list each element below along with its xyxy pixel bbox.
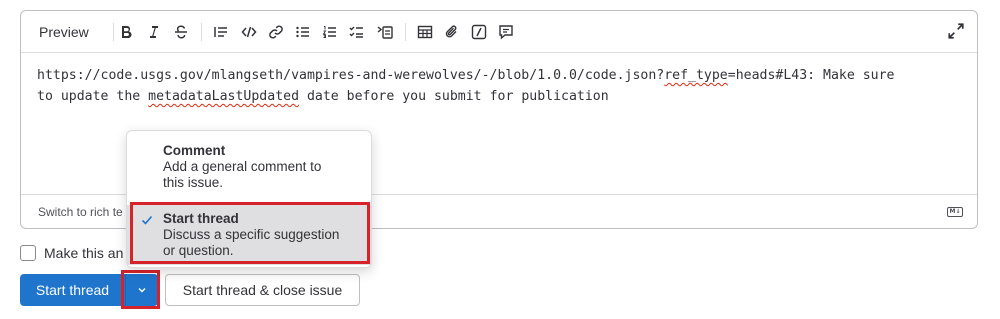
bulleted-list-icon[interactable] [291, 20, 315, 44]
code-icon[interactable] [237, 20, 261, 44]
strikethrough-icon[interactable] [169, 20, 193, 44]
confidential-label: Make this an [44, 245, 124, 261]
switch-to-rich-text-link[interactable]: Switch to rich te [38, 205, 123, 219]
fullscreen-icon[interactable] [947, 22, 965, 40]
quote-icon[interactable] [209, 20, 233, 44]
confidential-checkbox[interactable] [20, 245, 36, 261]
italic-icon[interactable] [141, 20, 165, 44]
dropdown-item-description: this issue. [163, 175, 224, 190]
task-list-icon[interactable] [345, 20, 369, 44]
comment-template-icon[interactable] [494, 20, 518, 44]
confidential-option: Make this an [20, 245, 123, 261]
table-icon[interactable] [413, 20, 437, 44]
start-thread-button[interactable]: Start thread [20, 274, 125, 306]
misspelled-word: ref_type [664, 68, 728, 83]
comment-textarea[interactable]: https://code.usgs.gov/mlangseth/vampires… [37, 65, 967, 107]
collapsible-section-icon[interactable] [373, 20, 397, 44]
slash-command-icon[interactable] [467, 20, 491, 44]
editor-toolbar: Preview [21, 11, 977, 53]
markdown-icon: M↓ [947, 207, 963, 217]
text-segment: =heads#L43: Make sure [727, 68, 895, 83]
dropdown-item-comment[interactable]: Comment Add a general comment to this is… [127, 143, 371, 191]
bold-icon[interactable] [114, 20, 138, 44]
text-segment: to update the [37, 89, 149, 104]
dropdown-toggle-highlight [121, 270, 160, 309]
toolbar-divider [405, 23, 406, 41]
text-segment: date before you submit for publication [299, 89, 609, 104]
preview-button[interactable]: Preview [29, 19, 99, 45]
dropdown-item-description: Add a general comment to [163, 159, 322, 174]
link-icon[interactable] [264, 20, 288, 44]
start-thread-option-highlight [130, 202, 370, 264]
numbered-list-icon[interactable] [318, 20, 342, 44]
start-thread-close-issue-button[interactable]: Start thread & close issue [165, 274, 360, 306]
toolbar-divider [201, 23, 202, 41]
attach-file-icon[interactable] [440, 20, 464, 44]
dropdown-item-title: Comment [163, 143, 226, 158]
text-segment: https://code.usgs.gov/mlangseth/vampires… [37, 68, 665, 83]
misspelled-word: metadataLastUpdated [148, 89, 300, 104]
